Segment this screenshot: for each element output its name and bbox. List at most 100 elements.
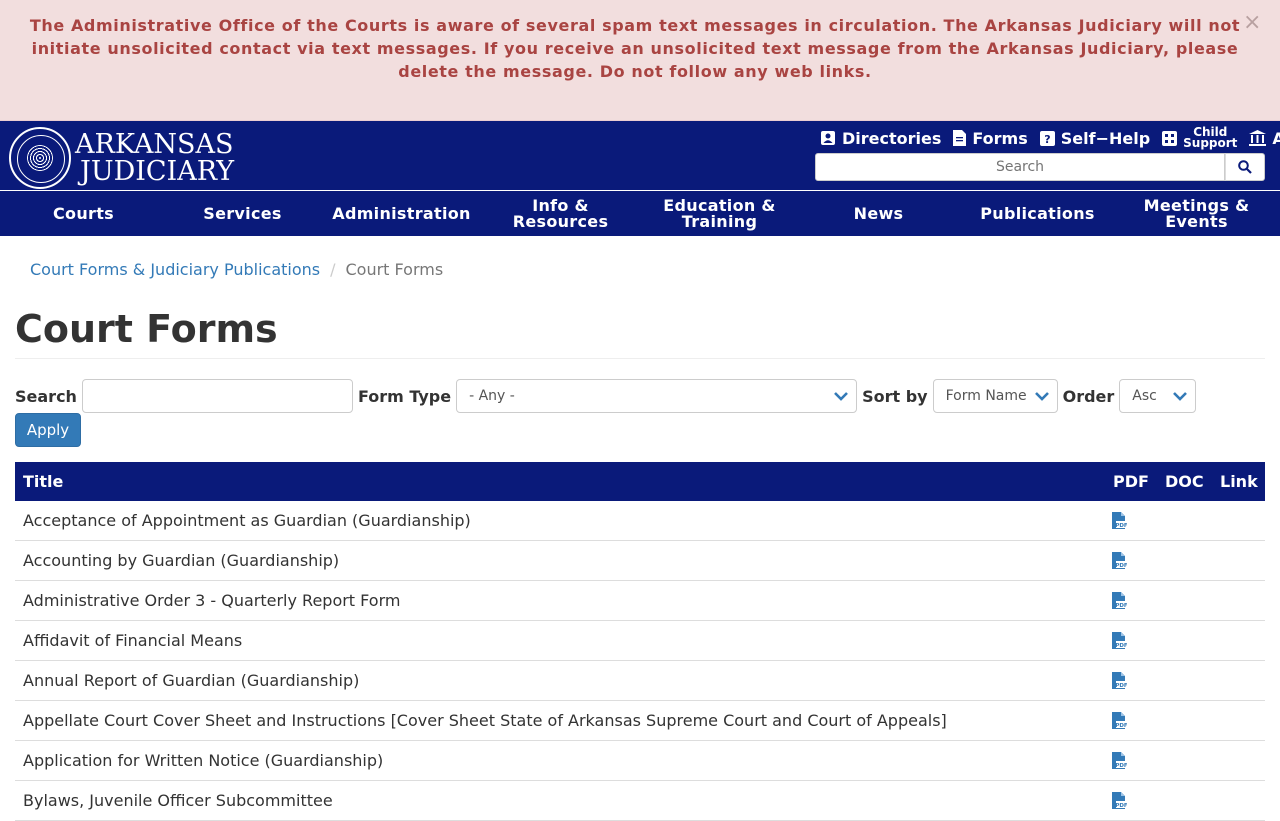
form-type-label: Form Type	[357, 386, 452, 406]
svg-text:PDF: PDF	[1115, 723, 1127, 729]
nav-item-publications[interactable]: Publications	[958, 191, 1117, 236]
search-filter-input[interactable]	[81, 379, 353, 413]
chevron-down-icon	[834, 392, 849, 401]
pdf-download-icon[interactable]: PDF	[1112, 712, 1128, 733]
order-select[interactable]: Asc	[1119, 379, 1197, 413]
courthouse-link[interactable]: A	[1249, 129, 1280, 148]
child-support-label: Child Support	[1183, 126, 1238, 150]
self-help-link[interactable]: ? Self−Help	[1039, 128, 1151, 148]
chevron-down-icon	[1173, 392, 1188, 401]
svg-text:PDF: PDF	[1115, 683, 1127, 689]
breadcrumb-current: Court Forms	[345, 260, 444, 279]
form-title-link[interactable]: Acceptance of Appointment as Guardian (G…	[23, 511, 471, 530]
search-button[interactable]	[1225, 153, 1265, 181]
document-icon	[953, 130, 967, 146]
form-title-link[interactable]: Accounting by Guardian (Guardianship)	[23, 551, 339, 570]
nav-item-news[interactable]: News	[799, 191, 958, 236]
form-title-link[interactable]: Annual Report of Guardian (Guardianship)	[23, 671, 359, 690]
utility-nav: Directories Forms ? Self−Help Child Supp…	[820, 126, 1280, 150]
directories-link[interactable]: Directories	[820, 129, 941, 148]
pdf-download-icon[interactable]: PDF	[1112, 792, 1128, 813]
table-row: Accounting by Guardian (Guardianship) PDF	[15, 541, 1265, 581]
logo-text: ARKANSAS JUDICIARY	[75, 131, 234, 185]
forms-label: Forms	[972, 128, 1028, 148]
child-support-link[interactable]: Child Support	[1162, 126, 1238, 150]
breadcrumb-parent-link[interactable]: Court Forms & Judiciary Publications	[30, 260, 320, 279]
nav-label: News	[853, 203, 904, 223]
nav-item-info-resources[interactable]: Info & Resources	[481, 191, 640, 236]
nav-item-education-training[interactable]: Education & Training	[640, 191, 799, 236]
sort-by-value: Form Name	[945, 388, 1027, 404]
table-body: Acceptance of Appointment as Guardian (G…	[15, 501, 1265, 821]
nav-label: Publications	[980, 203, 1095, 223]
sort-by-label: Sort by	[862, 386, 928, 406]
svg-text:PDF: PDF	[1115, 643, 1127, 649]
pdf-download-icon[interactable]: PDF	[1112, 552, 1128, 573]
nav-item-courts[interactable]: Courts	[4, 191, 163, 236]
self-help-label: Self−Help	[1060, 128, 1151, 148]
nav-label: Resources	[512, 211, 609, 231]
breadcrumb: Court Forms & Judiciary Publications / Cou…	[30, 260, 443, 279]
table-row: Bylaws, Juvenile Officer Subcommittee PDF	[15, 781, 1265, 821]
pdf-download-icon[interactable]: PDF	[1112, 592, 1128, 613]
form-title-link[interactable]: Administrative Order 3 - Quarterly Repor…	[23, 591, 400, 610]
svg-text:PDF: PDF	[1115, 803, 1127, 809]
svg-text:PDF: PDF	[1115, 603, 1127, 609]
apply-button[interactable]: Apply	[15, 413, 81, 447]
column-header-link: Link	[1220, 472, 1258, 491]
table-row: Affidavit of Financial Means PDF	[15, 621, 1265, 661]
order-value: Asc	[1132, 388, 1157, 404]
site-search	[815, 153, 1265, 181]
pdf-download-icon[interactable]: PDF	[1112, 672, 1128, 693]
form-type-value: - Any -	[469, 388, 515, 404]
form-title-link[interactable]: Affidavit of Financial Means	[23, 631, 242, 650]
pdf-download-icon[interactable]: PDF	[1112, 632, 1128, 653]
pdf-download-icon[interactable]: PDF	[1112, 512, 1128, 533]
table-row: Administrative Order 3 - Quarterly Repor…	[15, 581, 1265, 621]
child-support-line-2: Support	[1183, 136, 1238, 150]
table-row: Application for Written Notice (Guardian…	[15, 741, 1265, 781]
arkansas-seal-icon	[9, 127, 71, 189]
form-title-link[interactable]: Application for Written Notice (Guardian…	[23, 751, 383, 770]
alert-message: The Administrative Office of the Courts …	[29, 16, 1241, 81]
sort-by-select[interactable]: Form Name	[932, 379, 1058, 413]
nav-label: Events	[1165, 211, 1228, 231]
nav-label: Services	[203, 203, 282, 223]
breadcrumb-separator: /	[330, 260, 336, 279]
table-header: Title PDF DOC Link	[15, 462, 1265, 501]
order-label: Order	[1062, 386, 1115, 406]
forms-table: Title PDF DOC Link Acceptance of Appoint…	[15, 462, 1265, 821]
site-header: ARKANSAS JUDICIARY Directories Forms ? S…	[0, 121, 1280, 236]
site-logo[interactable]: ARKANSAS JUDICIARY	[9, 127, 234, 189]
nav-label: Administration	[332, 203, 471, 223]
site-search-input[interactable]	[815, 153, 1225, 181]
logo-line-2: JUDICIARY	[80, 156, 235, 187]
chevron-down-icon	[1034, 392, 1049, 401]
svg-text:?: ?	[1044, 133, 1050, 146]
column-header-title[interactable]: Title	[23, 472, 63, 491]
page-title: Court Forms	[15, 307, 278, 351]
form-title-link[interactable]: Bylaws, Juvenile Officer Subcommittee	[23, 791, 333, 810]
search-filter-label: Search	[15, 386, 77, 406]
title-divider	[15, 358, 1265, 359]
main-nav: Courts Services Administration Info & Res…	[4, 191, 1276, 236]
calculator-icon	[1162, 130, 1178, 146]
form-type-select[interactable]: - Any -	[456, 379, 858, 413]
nav-label: Courts	[53, 203, 114, 223]
nav-item-meetings-events[interactable]: Meetings & Events	[1117, 191, 1276, 236]
column-header-pdf: PDF	[1113, 472, 1149, 491]
forms-link[interactable]: Forms	[953, 128, 1028, 148]
form-title-link[interactable]: Appellate Court Cover Sheet and Instruct…	[23, 711, 947, 730]
svg-text:PDF: PDF	[1115, 563, 1127, 569]
pdf-download-icon[interactable]: PDF	[1112, 752, 1128, 773]
table-row: Appellate Court Cover Sheet and Instruct…	[15, 701, 1265, 741]
contact-card-icon	[821, 131, 835, 145]
nav-item-services[interactable]: Services	[163, 191, 322, 236]
nav-label: Training	[681, 211, 758, 231]
nav-item-administration[interactable]: Administration	[322, 191, 481, 236]
question-icon: ?	[1039, 130, 1055, 146]
table-row: Acceptance of Appointment as Guardian (G…	[15, 501, 1265, 541]
close-icon[interactable]: ×	[1243, 12, 1262, 34]
filter-bar: Search Form Type - Any - Sort by Form Na…	[15, 379, 1201, 413]
directories-label: Directories	[842, 128, 942, 148]
